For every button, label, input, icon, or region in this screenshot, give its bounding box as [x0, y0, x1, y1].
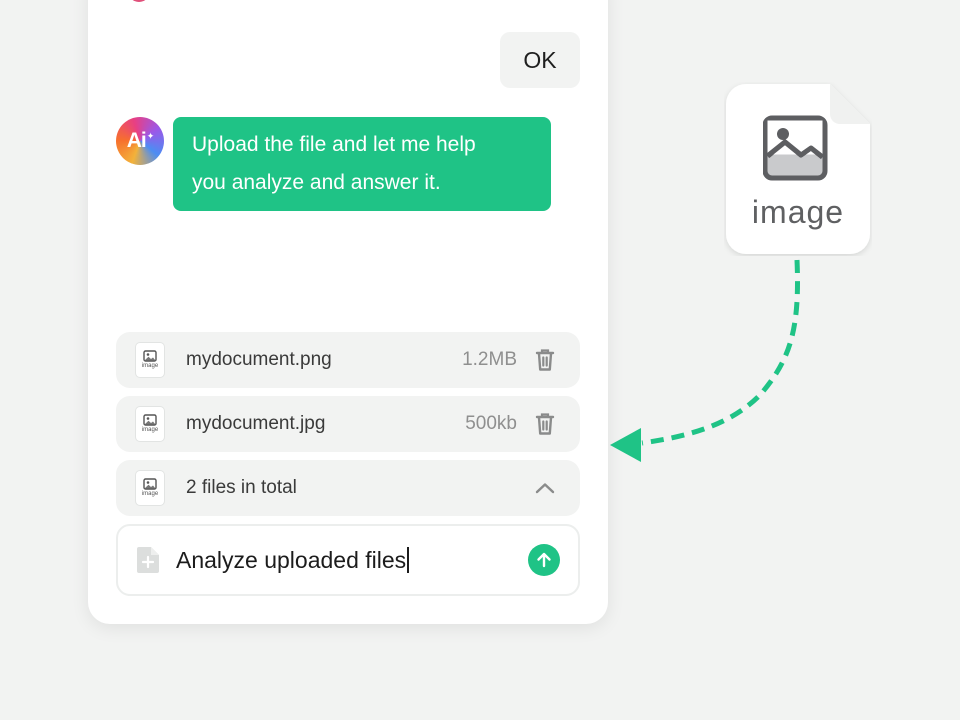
arrow-head — [610, 428, 641, 462]
stage: OK Ai✦ Upload the file and let me help y… — [0, 0, 960, 720]
draggable-image-file[interactable]: image — [724, 82, 872, 256]
image-icon — [763, 115, 828, 181]
image-card-label: image — [751, 194, 845, 230]
